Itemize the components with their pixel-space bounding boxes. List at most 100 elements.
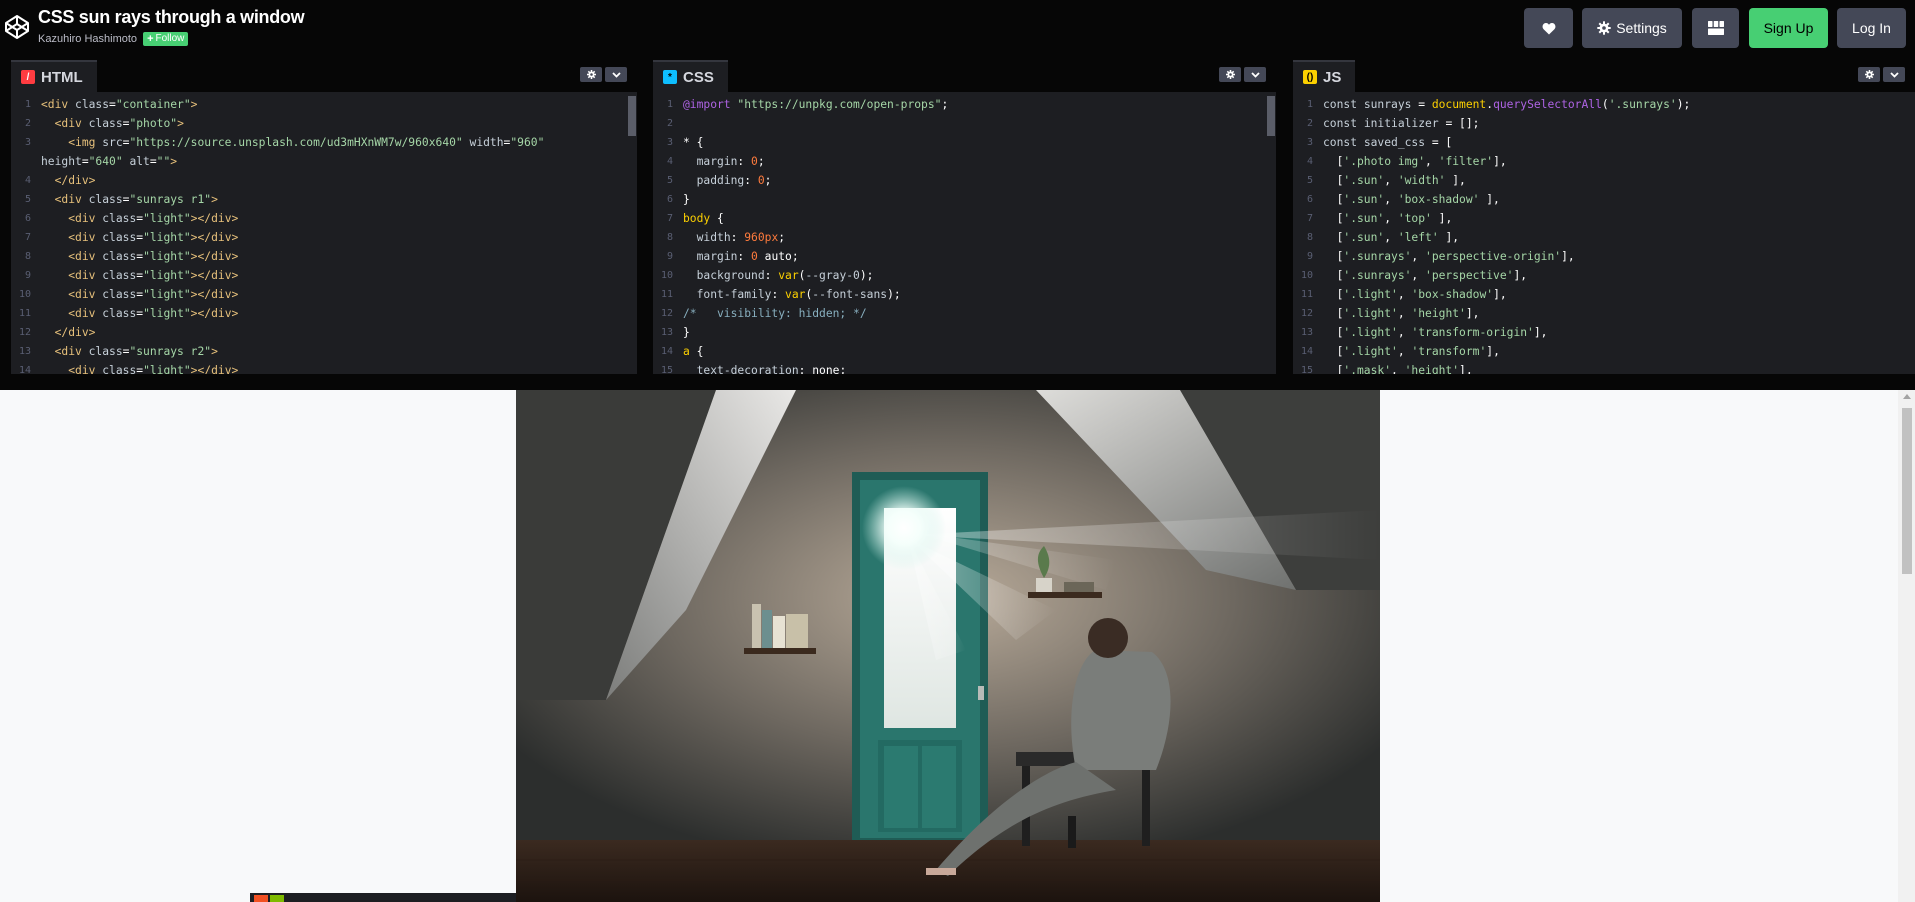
change-view-button[interactable] xyxy=(1692,8,1739,48)
code-token: <div xyxy=(68,269,103,282)
code-line[interactable]: 7 body { xyxy=(653,209,1276,228)
code-line[interactable]: 14 <div class = "light" > </div> xyxy=(11,361,637,374)
tab-js[interactable]: () JS xyxy=(1293,60,1356,92)
code-line[interactable]: 14 a { xyxy=(653,342,1276,361)
code-token: </div> xyxy=(197,364,239,374)
code-line[interactable]: 11 <div class = "light" > </div> xyxy=(11,304,637,323)
code-line[interactable]: 10 <div class = "light" > </div> xyxy=(11,285,637,304)
code-line[interactable]: 1 const sunrays = document. querySelectorA… xyxy=(1293,95,1915,114)
code-token: "https://unpkg.com/open-props" xyxy=(737,98,942,111)
line-number: 9 xyxy=(24,270,31,281)
code-token: <div xyxy=(68,231,103,244)
html-icon: / xyxy=(21,70,35,84)
code-line[interactable]: 15 text-decoration: none; xyxy=(653,361,1276,374)
code-line[interactable]: 6 ['.sun', 'box-shadow' ], xyxy=(1293,190,1915,209)
sign-up-button[interactable]: Sign Up xyxy=(1749,8,1828,48)
code-line[interactable]: 3 <img src = "https://source.unsplash.com/… xyxy=(11,133,637,152)
code-line[interactable]: 7 ['.sun', 'top' ], xyxy=(1293,209,1915,228)
code-line[interactable]: 5 ['.sun', 'width' ], xyxy=(1293,171,1915,190)
code-line[interactable]: 10 background: var(--gray-0); xyxy=(653,266,1276,285)
html-code[interactable]: 1 <div class = "container" >2 <div class = "ph… xyxy=(11,92,637,374)
code-line[interactable]: 12 /* visibility: hidden; */ xyxy=(653,304,1276,323)
code-line[interactable]: 11 ['.light', 'box-shadow'], xyxy=(1293,285,1915,304)
code-line[interactable]: 9 <div class = "light" > </div> xyxy=(11,266,637,285)
code-line[interactable]: 13 ['.light', 'transform-origin'], xyxy=(1293,323,1915,342)
code-line[interactable]: 4 </div> xyxy=(11,171,637,190)
code-line[interactable]: 4 ['.photo img', 'filter'], xyxy=(1293,152,1915,171)
css-collapse-button[interactable] xyxy=(1244,67,1266,82)
code-line[interactable]: 1 @import "https://unpkg.com/open-props"; xyxy=(653,95,1276,114)
code-line[interactable]: 5 padding: 0; xyxy=(653,171,1276,190)
html-scrollbar-thumb[interactable] xyxy=(628,96,636,136)
scroll-up-arrow-icon[interactable] xyxy=(1903,394,1911,399)
heart-icon xyxy=(1542,22,1555,34)
settings-button[interactable]: Settings xyxy=(1582,8,1682,48)
log-in-button[interactable]: Log In xyxy=(1837,8,1906,48)
code-line[interactable]: 8 width: 960px; xyxy=(653,228,1276,247)
code-token: </div> xyxy=(197,307,239,320)
code-token: : none; xyxy=(798,364,847,374)
html-settings-button[interactable] xyxy=(580,67,602,82)
js-code[interactable]: 1 const sunrays = document. querySelectorA… xyxy=(1293,92,1915,374)
code-line[interactable]: 3 * { xyxy=(653,133,1276,152)
preview-scrollbar-thumb[interactable] xyxy=(1902,408,1912,574)
code-line[interactable]: 9 margin: 0 auto; xyxy=(653,247,1276,266)
heart-button[interactable] xyxy=(1524,8,1573,48)
code-token: </div> xyxy=(197,250,239,263)
code-line[interactable]: 2 xyxy=(653,114,1276,133)
code-line[interactable]: 10 ['.sunrays', 'perspective'], xyxy=(1293,266,1915,285)
line-number: 10 xyxy=(1300,270,1313,281)
js-collapse-button[interactable] xyxy=(1883,67,1905,82)
code-line[interactable]: 13 <div class = "sunrays r2" > xyxy=(11,342,637,361)
code-token: ], xyxy=(1465,307,1480,320)
code-token: > xyxy=(211,345,218,358)
code-line[interactable]: 4 margin: 0; xyxy=(653,152,1276,171)
code-line[interactable]: 8 ['.sun', 'left' ], xyxy=(1293,228,1915,247)
line-number: 10 xyxy=(18,289,31,300)
css-settings-button[interactable] xyxy=(1219,67,1241,82)
follow-button[interactable]: + Follow xyxy=(143,31,189,46)
code-token: > xyxy=(190,269,198,282)
js-settings-button[interactable] xyxy=(1858,67,1880,82)
code-line[interactable]: 12 ['.light', 'height'], xyxy=(1293,304,1915,323)
code-line[interactable]: 12 </div> xyxy=(11,323,637,342)
code-line[interactable]: height = "640" alt = "" > xyxy=(11,152,637,171)
code-line[interactable]: 5 <div class = "sunrays r1" > xyxy=(11,190,637,209)
html-collapse-button[interactable] xyxy=(605,67,627,82)
code-line[interactable]: 1 <div class = "container" > xyxy=(11,95,637,114)
editor-resize-handle[interactable] xyxy=(0,376,1915,390)
js-icon: () xyxy=(1303,70,1317,84)
code-token: ], xyxy=(1493,155,1507,168)
css-code[interactable]: 1 @import "https://unpkg.com/open-props";… xyxy=(653,92,1276,374)
code-token: 'height' xyxy=(1411,307,1466,320)
code-token: "" xyxy=(156,155,171,168)
code-line[interactable]: 6 <div class = "light" > </div> xyxy=(11,209,637,228)
code-line[interactable]: 3 const saved_css = [ xyxy=(1293,133,1915,152)
code-line[interactable]: 2 <div class = "photo" > xyxy=(11,114,637,133)
code-line[interactable]: 11 font-family: var(--font-sans); xyxy=(653,285,1276,304)
preview-scrollbar[interactable] xyxy=(1898,390,1915,902)
author-name[interactable]: Kazuhiro Hashimoto xyxy=(38,33,137,45)
tab-css[interactable]: * CSS xyxy=(653,60,728,92)
code-line[interactable]: 13} xyxy=(653,323,1276,342)
code-line[interactable]: 8 <div class = "light" > </div> xyxy=(11,247,637,266)
code-token: 0 xyxy=(751,155,758,168)
tab-html[interactable]: / HTML xyxy=(11,60,97,92)
code-token: : xyxy=(730,231,745,244)
code-token: , xyxy=(1397,326,1412,339)
code-line[interactable]: 9 ['.sunrays', 'perspective-origin'], xyxy=(1293,247,1915,266)
code-line[interactable]: 6} xyxy=(653,190,1276,209)
line-number: 14 xyxy=(1300,346,1313,357)
code-token: = xyxy=(136,231,144,244)
code-line[interactable]: 2 const initializer = []; xyxy=(1293,114,1915,133)
code-line[interactable]: 14 ['.light', 'transform'], xyxy=(1293,342,1915,361)
chevron-down-icon xyxy=(1250,71,1260,78)
code-line[interactable]: 7 <div class = "light" > </div> xyxy=(11,228,637,247)
css-scrollbar-thumb[interactable] xyxy=(1267,96,1275,136)
code-token: = xyxy=(136,307,144,320)
codepen-logo-icon[interactable] xyxy=(4,14,30,40)
code-line[interactable]: 15 ['.mask', 'height'], xyxy=(1293,361,1915,374)
